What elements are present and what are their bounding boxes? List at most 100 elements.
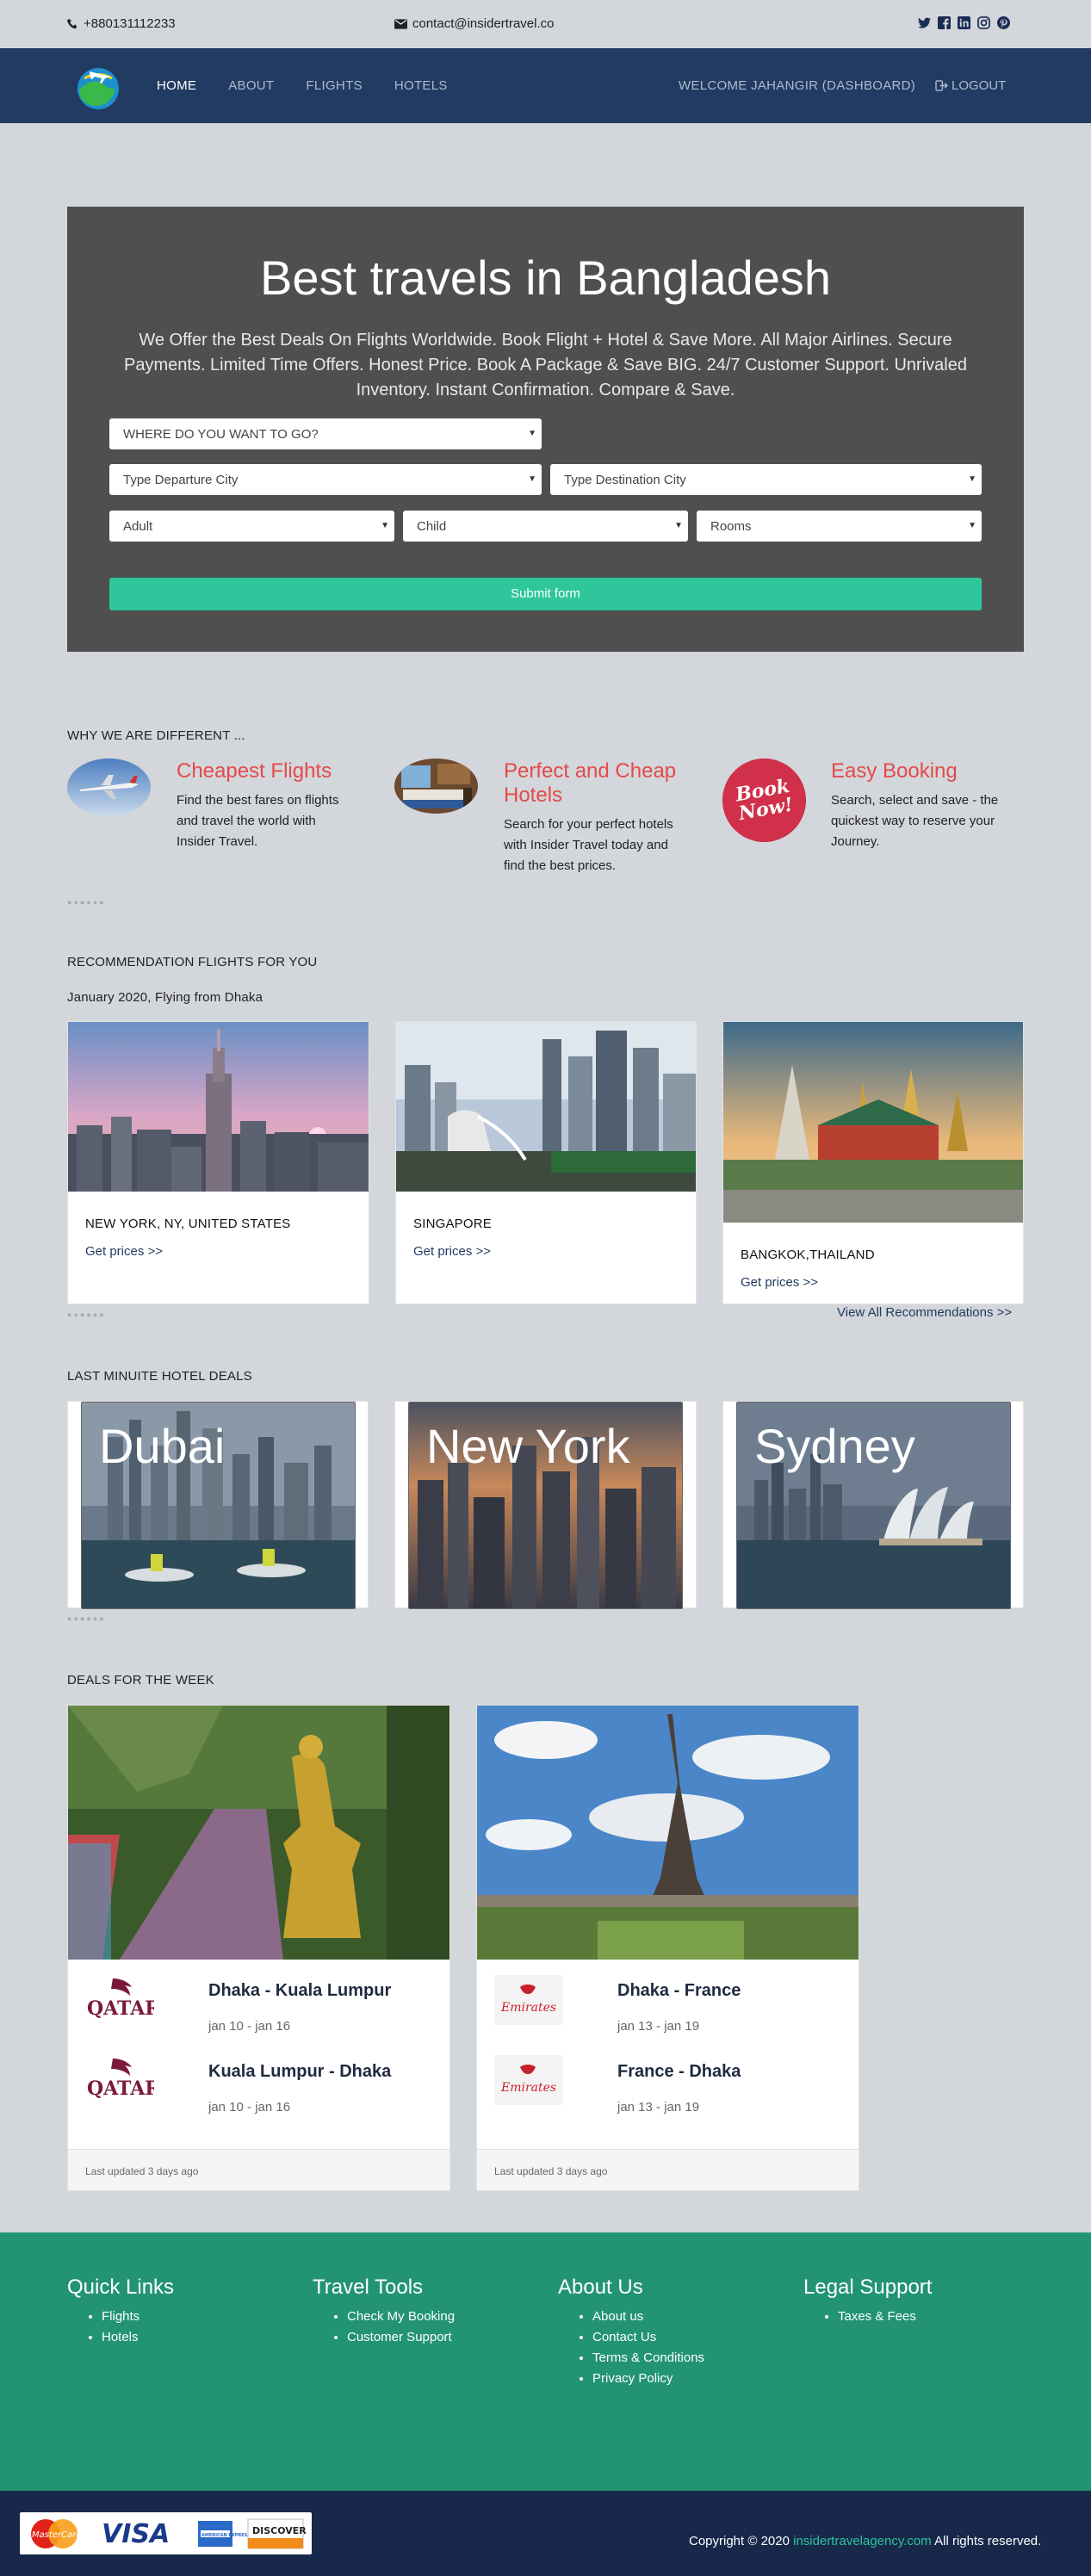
adult-select[interactable]: Adult ▼: [109, 511, 394, 542]
nav-flights[interactable]: FLIGHTS: [306, 78, 362, 93]
section-divider-dots: ●●●●●●: [67, 1614, 106, 1623]
nav-about[interactable]: ABOUT: [228, 78, 274, 93]
deal-route[interactable]: Dhaka - Kuala Lumpur: [208, 1981, 391, 2001]
phone-contact[interactable]: +880131112233: [67, 16, 176, 31]
twitter-icon[interactable]: [918, 16, 931, 29]
hotels-heading: LAST MINUITE HOTEL DEALS: [67, 1369, 252, 1384]
batu-caves-image: [68, 1706, 449, 1960]
linkedin-icon[interactable]: [958, 16, 970, 29]
deal-last-updated: Last updated 3 days ago: [68, 2149, 449, 2190]
amex-logo: AMERICAN EXPRESS: [198, 2521, 251, 2547]
recommend-subheading: January 2020, Flying from Dhaka: [67, 990, 263, 1005]
dropdown-caret-icon: ▼: [381, 521, 389, 530]
airplane-feature-image: [67, 759, 151, 816]
svg-text:Emirates: Emirates: [500, 2001, 556, 2015]
feature-title-hotels: Perfect and Cheap Hotels: [504, 759, 677, 807]
copyright-suffix: All rights reserved.: [934, 2534, 1042, 2548]
email-contact[interactable]: contact@insidertravel.co: [394, 16, 554, 31]
instagram-icon[interactable]: [977, 16, 990, 29]
feature-text-booking: Search, select and save - the quickest w…: [831, 793, 999, 849]
sydney-image: Sydney: [736, 1402, 1011, 1609]
deal-route[interactable]: Dhaka - France: [617, 1981, 741, 2001]
footer-col-title: Legal Support: [803, 2276, 933, 2299]
adult-placeholder: Adult: [123, 519, 153, 534]
recommend-title: NEW YORK, NY, UNITED STATES: [85, 1217, 291, 1231]
emirates-logo: Emirates: [494, 1975, 563, 2025]
nav-hotels[interactable]: HOTELS: [394, 78, 448, 93]
departure-city-placeholder: Type Departure City: [123, 473, 239, 487]
child-select[interactable]: Child ▼: [403, 511, 688, 542]
svg-text:Emirates: Emirates: [500, 2081, 556, 2095]
rooms-select[interactable]: Rooms ▼: [697, 511, 982, 542]
rooms-placeholder: Rooms: [710, 519, 752, 534]
destination-city-placeholder: Type Destination City: [564, 473, 686, 487]
eiffel-tower-image: [477, 1706, 859, 1960]
view-all-recommendations-link[interactable]: View All Recommendations >>: [837, 1305, 1012, 1320]
hotel-deal-sydney[interactable]: Sydney: [722, 1401, 1024, 1609]
destination-type-select[interactable]: WHERE DO YOU WANT TO GO? ▼: [109, 418, 542, 449]
pinterest-icon[interactable]: [997, 16, 1010, 29]
footer-link[interactable]: Check My Booking: [347, 2307, 455, 2327]
site-logo[interactable]: [72, 63, 126, 113]
footer-link[interactable]: Privacy Policy: [592, 2369, 704, 2389]
departure-city-select[interactable]: Type Departure City ▼: [109, 464, 542, 495]
submit-button[interactable]: Submit form: [109, 578, 982, 610]
discover-logo: DISCOVER: [247, 2518, 307, 2549]
recommend-title: SINGAPORE: [413, 1217, 492, 1231]
footer-col-travel-tools: Travel Tools Check My Booking Customer S…: [313, 2276, 455, 2348]
deal-dates: jan 10 - jan 16: [208, 2100, 291, 2115]
footer-link[interactable]: Flights: [102, 2307, 174, 2327]
main-nav: HOME ABOUT FLIGHTS HOTELS: [157, 78, 480, 93]
dropdown-caret-icon: ▼: [528, 429, 536, 438]
footer-link[interactable]: Terms & Conditions: [592, 2348, 704, 2369]
nav-home[interactable]: HOME: [157, 78, 196, 93]
newyork-image: New York: [408, 1402, 683, 1609]
phone-number: +880131112233: [84, 16, 176, 31]
hotel-city-name: New York: [426, 1419, 630, 1473]
footer-link[interactable]: Customer Support: [347, 2327, 455, 2348]
get-prices-link[interactable]: Get prices >>: [85, 1244, 163, 1259]
footer-link[interactable]: Contact Us: [592, 2327, 704, 2348]
visa-logo: VISA: [102, 2519, 170, 2549]
svg-text:QATAR: QATAR: [87, 1997, 154, 2020]
deal-dates: jan 13 - jan 19: [617, 2100, 700, 2115]
recommend-card-singapore[interactable]: SINGAPORE Get prices >>: [395, 1021, 697, 1304]
copyright-site-link[interactable]: insidertravelagency.com: [793, 2534, 932, 2548]
recommend-card-bangkok[interactable]: BANGKOK,THAILAND Get prices >>: [722, 1021, 1024, 1304]
book-now-badge[interactable]: Book Now!: [722, 759, 806, 842]
dropdown-caret-icon: ▼: [528, 474, 536, 484]
hero-title: Best travels in Bangladesh: [259, 251, 832, 305]
deal-route[interactable]: Kuala Lumpur - Dhaka: [208, 2062, 391, 2082]
mastercard-logo: MasterCard: [31, 2519, 82, 2548]
copyright-text: Copyright © 2020 insidertravelagency.com…: [689, 2534, 1041, 2548]
newyork-skyline-image: [68, 1022, 369, 1192]
logout-link[interactable]: LOGOUT: [935, 78, 1006, 93]
deal-last-updated: Last updated 3 days ago: [477, 2149, 859, 2190]
footer-link[interactable]: Hotels: [102, 2327, 174, 2348]
facebook-icon[interactable]: [938, 16, 951, 29]
recommend-heading: RECOMMENDATION FLIGHTS FOR YOU: [67, 955, 318, 969]
svg-text:VISA: VISA: [102, 2519, 170, 2549]
sign-out-icon: [935, 80, 948, 91]
welcome-dashboard-link[interactable]: WELCOME JAHANGIR (DASHBOARD): [679, 78, 915, 93]
recommend-card-newyork[interactable]: NEW YORK, NY, UNITED STATES Get prices >…: [67, 1021, 369, 1304]
deal-route[interactable]: France - Dhaka: [617, 2062, 741, 2082]
svg-text:MasterCard: MasterCard: [32, 2530, 82, 2540]
deal-card-emirates: Emirates Dhaka - France jan 13 - jan 19 …: [476, 1705, 859, 2191]
footer-link[interactable]: Taxes & Fees: [838, 2307, 932, 2327]
section-divider-dots: ●●●●●●: [67, 898, 106, 907]
get-prices-link[interactable]: Get prices >>: [413, 1244, 491, 1259]
hotel-deal-newyork[interactable]: New York: [394, 1401, 697, 1609]
deal-dates: jan 10 - jan 16: [208, 2019, 291, 2034]
footer-link[interactable]: About us: [592, 2307, 704, 2327]
feature-title-flights: Cheapest Flights: [177, 759, 332, 783]
payment-methods: MasterCard VISA AMERICAN EXPRESS DISCOVE…: [20, 2512, 312, 2554]
child-placeholder: Child: [417, 519, 447, 534]
deals-heading: DEALS FOR THE WEEK: [67, 1673, 214, 1687]
get-prices-link[interactable]: Get prices >>: [741, 1275, 818, 1290]
hotel-deal-dubai[interactable]: Dubai: [67, 1401, 369, 1609]
destination-city-select[interactable]: Type Destination City ▼: [550, 464, 982, 495]
why-heading: WHY WE ARE DIFFERENT ...: [67, 728, 245, 743]
section-divider-dots: ●●●●●●: [67, 1310, 106, 1319]
deal-card-qatar: QATAR Dhaka - Kuala Lumpur jan 10 - jan …: [67, 1705, 450, 2191]
